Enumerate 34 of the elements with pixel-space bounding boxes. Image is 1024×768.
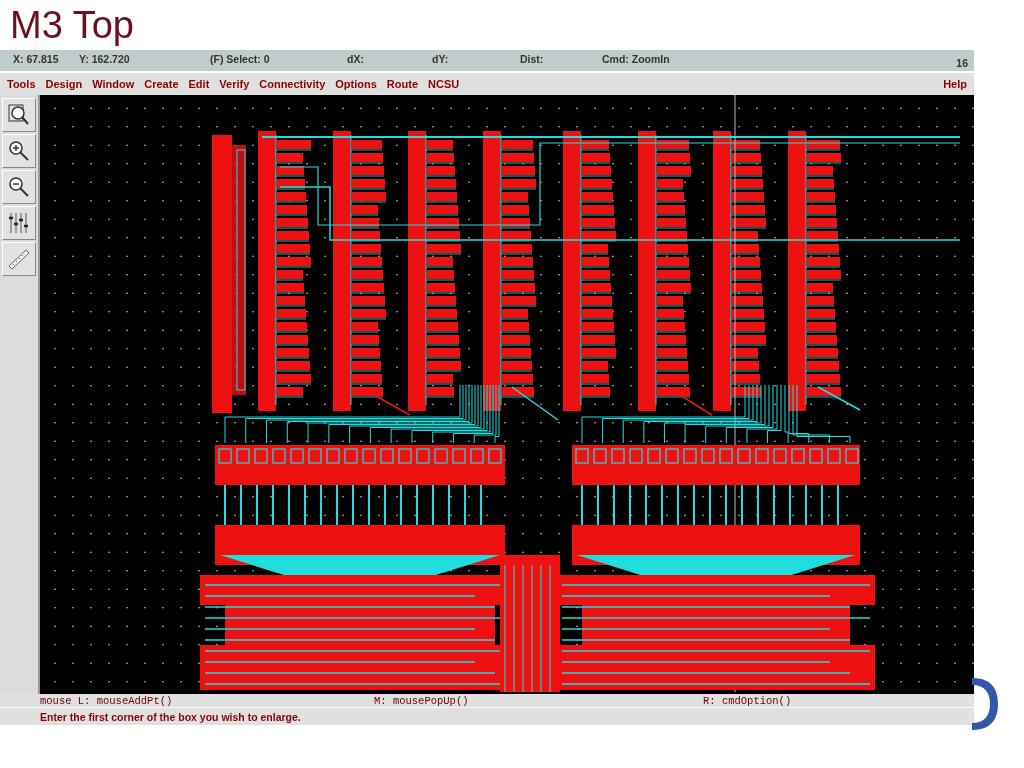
zoom-out-button[interactable] [2,170,36,204]
status-selection-count: (F) Select: 0 [210,53,270,65]
prompt-message: Enter the first corner of the box you wish to enlarge. [0,707,974,725]
menu-item[interactable]: Design [45,78,83,90]
zoom-fit-icon [7,103,31,127]
sliders-button[interactable] [2,206,36,240]
status-dy-readout: dY: [432,53,449,65]
mouse-binding: mouse L: mouseAddPt() [40,694,174,707]
menu-item[interactable]: Options [335,78,377,90]
zoom-out-icon [7,175,31,199]
menu-item[interactable]: Edit [188,78,210,90]
zoom-in-button[interactable] [2,134,36,168]
ruler-button[interactable] [2,242,36,276]
zoom-in-icon [7,139,31,163]
menu-item[interactable]: Window [92,78,135,90]
zoom-fit-button[interactable] [2,98,36,132]
mouse-binding: R: cmdOption() [703,694,792,707]
sliders-icon [7,211,31,235]
window-number: 16 [956,57,968,69]
mouse-binding: M: mousePopUp() [374,694,470,707]
status-distance-readout: Dist: [520,53,544,65]
help-menu[interactable]: Help [943,78,967,90]
menu-item[interactable]: Connectivity [259,78,326,90]
menu-item[interactable]: Route [386,78,418,90]
status-y-coordinate: Y: 162.720 [79,53,130,65]
ruler-icon [7,247,31,271]
status-x-coordinate: X: 67.815 [13,53,59,65]
status-command-readout: Cmd: ZoomIn [602,53,670,65]
slide-title: M3 Top [10,6,134,44]
status-dx-readout: dX: [347,53,364,65]
menu-item[interactable]: Create [144,78,179,90]
menu-item[interactable]: Verify [219,78,250,90]
menu-item[interactable]: NCSU [428,78,460,90]
menu-item[interactable]: Tools [7,78,36,90]
